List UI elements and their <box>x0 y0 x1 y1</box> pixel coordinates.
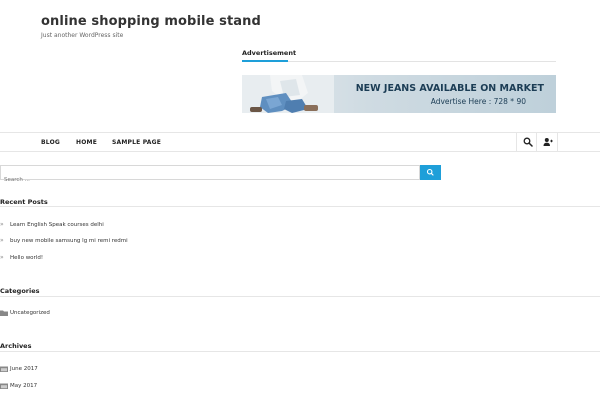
recent-post-link[interactable]: Learn English Speak courses delhi <box>10 222 104 228</box>
recent-post-item[interactable]: » buy new mobile samsung lg mi remi redm… <box>0 237 128 244</box>
archives-title: Archives <box>0 342 32 350</box>
nav-divider <box>516 133 517 151</box>
chevron-right-icon: » <box>0 254 4 261</box>
advertisement-banner[interactable]: NEW JEANS AVAILABLE ON MARKET Advertise … <box>242 75 556 113</box>
advertisement-divider <box>242 61 556 62</box>
recent-post-item[interactable]: » Hello world! <box>0 254 43 261</box>
categories-title: Categories <box>0 287 40 295</box>
advertisement-subline: Advertise Here : 728 * 90 <box>430 97 526 106</box>
archive-link[interactable]: June 2017 <box>10 366 38 372</box>
search-icon[interactable] <box>523 137 533 147</box>
chevron-right-icon: » <box>0 221 4 228</box>
main-navigation: BLOG HOME SAMPLE PAGE <box>0 132 600 152</box>
site-tagline: Just another WordPress site <box>41 32 124 39</box>
widget-divider <box>0 296 600 297</box>
chevron-right-icon: » <box>0 237 4 244</box>
search-submit-button[interactable] <box>420 165 441 180</box>
search-field[interactable] <box>0 165 420 187</box>
recent-post-link[interactable]: buy new mobile samsung lg mi remi redmi <box>10 238 128 244</box>
recent-post-link[interactable]: Hello world! <box>10 255 43 261</box>
category-item[interactable]: Uncategorized <box>0 310 50 316</box>
widget-divider <box>0 206 600 207</box>
advertisement-headline: NEW JEANS AVAILABLE ON MARKET <box>355 83 544 94</box>
archive-link[interactable]: May 2017 <box>10 383 37 389</box>
widget-divider <box>0 351 600 352</box>
calendar-icon <box>0 366 8 372</box>
recent-post-item[interactable]: » Learn English Speak courses delhi <box>0 221 104 228</box>
model-figure-image <box>242 75 334 113</box>
nav-divider <box>536 133 537 151</box>
folder-icon <box>0 310 8 316</box>
nav-item-blog[interactable]: BLOG <box>41 139 60 146</box>
recent-posts-title: Recent Posts <box>0 198 48 206</box>
nav-divider <box>557 133 558 151</box>
nav-item-sample-page[interactable]: SAMPLE PAGE <box>112 139 161 146</box>
archive-item[interactable]: May 2017 <box>0 383 37 389</box>
search-button-icon <box>426 168 434 176</box>
category-link[interactable]: Uncategorized <box>10 310 50 316</box>
user-add-icon[interactable] <box>543 137 553 147</box>
calendar-icon <box>0 383 8 389</box>
search-input[interactable] <box>1 173 419 187</box>
nav-item-home[interactable]: HOME <box>76 139 97 146</box>
advertisement-accent-line <box>242 60 288 62</box>
advertisement-label: Advertisement <box>242 49 297 57</box>
site-title[interactable]: online shopping mobile stand <box>41 14 261 29</box>
archive-item[interactable]: June 2017 <box>0 366 38 372</box>
